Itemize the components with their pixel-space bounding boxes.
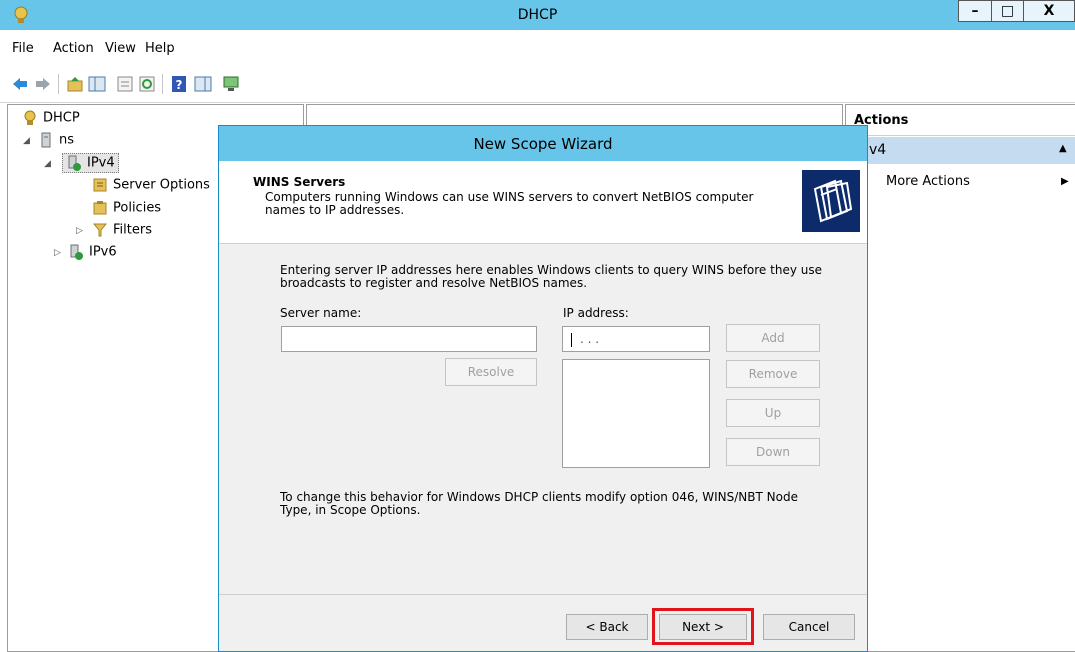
tree-label: ns [59,132,75,148]
tree-item-filters[interactable]: Filters [92,222,152,238]
actions-selected-row[interactable]: v4 ▲ [846,137,1075,164]
cancel-button[interactable]: Cancel [763,614,855,640]
minimize-button[interactable]: – [958,0,992,22]
collapse-arrow-icon[interactable]: ◢ [44,159,51,169]
wizard-folders-icon [802,170,860,232]
tree-item-policies[interactable]: Policies [92,200,161,216]
tree-item-dhcp[interactable]: DHCP [22,110,80,126]
next-button[interactable]: Next > [659,614,747,640]
tree-label: DHCP [43,110,80,126]
tree-label: Policies [113,200,162,216]
refresh-icon[interactable] [138,75,156,93]
ip-address-label: IP address: [563,306,629,320]
wins-intro-text: Entering server IP addresses here enable… [280,263,822,290]
dialog-header: WINS Servers Computers running Windows c… [219,161,867,244]
menu-action[interactable]: Action [53,41,94,56]
close-button[interactable]: X [1023,0,1075,22]
properties-icon[interactable] [116,75,134,93]
text-cursor [571,332,572,347]
expand-arrow-icon[interactable]: ▷ [76,226,83,236]
submenu-arrow-icon: ▶ [1061,176,1069,187]
resolve-button[interactable]: Resolve [445,358,537,386]
tree-item-server-options[interactable]: Server Options [92,177,210,193]
menu-file[interactable]: File [12,41,34,56]
back-button[interactable]: < Back [566,614,648,640]
back-arrow-icon[interactable] [11,75,29,93]
add-button[interactable]: Add [726,324,820,352]
down-button[interactable]: Down [726,438,820,466]
window-title: DHCP [517,7,558,23]
more-actions-link[interactable]: More Actions [886,174,970,189]
actions-selected-label: v4 [869,142,887,158]
wins-server-list[interactable] [562,359,710,468]
up-button[interactable]: Up [726,399,820,427]
ip-address-value: . . . [580,332,600,346]
server-name-label: Server name: [280,306,362,320]
actions-header: Actions [846,106,1075,136]
maximize-button[interactable]: □ [991,0,1024,22]
remove-button[interactable]: Remove [726,360,820,388]
footer-note: To change this behavior for Windows DHCP… [280,490,798,517]
toolbar-separator [162,74,163,94]
ip-address-input[interactable]: . . . [562,326,710,352]
tree-item-server[interactable]: ns [38,132,74,148]
svg-text:?: ? [176,78,183,92]
computer-icon[interactable] [222,75,240,93]
show-hide-action-pane-icon[interactable] [194,75,212,93]
expand-arrow-icon[interactable]: ▷ [54,248,61,258]
help-icon[interactable]: ? [170,75,188,93]
up-folder-icon[interactable] [66,75,84,93]
forward-arrow-icon[interactable] [34,75,52,93]
tree-item-ipv4[interactable]: IPv4 [62,153,119,173]
toolbar-separator [58,74,59,94]
tree-item-ipv6[interactable]: IPv6 [68,244,117,260]
tree-label: Filters [113,222,152,238]
ipv6-icon [70,244,83,260]
menu-help[interactable]: Help [145,41,175,56]
server-icon [41,132,51,148]
tree-label: IPv4 [87,155,115,171]
tree-label: IPv6 [89,244,117,260]
server-name-input[interactable] [281,326,537,352]
dialog-title: New Scope Wizard [219,126,867,161]
wins-servers-heading: WINS Servers [253,175,346,189]
collapse-arrow-icon[interactable]: ◢ [23,136,30,146]
toolbar: ? [0,66,1075,103]
title-bar: DHCP – □ X [0,0,1075,30]
policies-icon [93,201,107,215]
show-hide-tree-icon[interactable] [88,75,106,93]
server-options-icon [93,178,107,192]
wins-servers-description: Computers running Windows can use WINS s… [265,190,754,217]
new-scope-wizard-dialog: New Scope Wizard WINS Servers Computers … [218,125,868,652]
filters-icon [92,223,108,237]
menu-view[interactable]: View [105,41,136,56]
tree-label: Server Options [113,177,210,193]
ipv4-icon [68,155,81,171]
dhcp-icon [24,110,36,125]
collapse-up-icon[interactable]: ▲ [1059,143,1067,154]
menu-bar: File Action View Help [0,30,1075,66]
dialog-separator [219,594,867,595]
